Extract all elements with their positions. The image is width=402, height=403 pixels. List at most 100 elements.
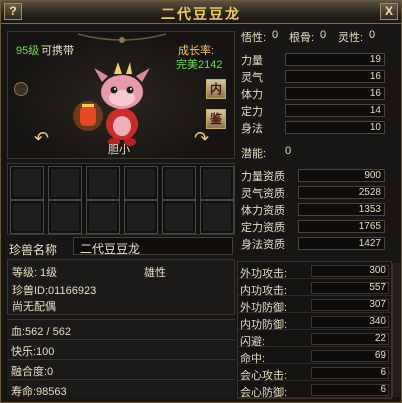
gender-text: 雄性 (144, 267, 166, 279)
comprehension-label: 悟性: (241, 32, 267, 44)
combat-value: 340 (311, 316, 389, 328)
comprehension-value: 0 (272, 29, 279, 41)
inner-button[interactable]: 内 (206, 79, 226, 99)
combat-value: 557 (311, 282, 389, 294)
pet-level-text: 95级 (16, 45, 40, 57)
aptitude-value: 1765 (298, 220, 385, 233)
hp-value: :562 / 562 (22, 326, 71, 338)
stat-value: 19 (285, 53, 385, 66)
combat-label: 外功防御: (240, 302, 288, 314)
spirit-label: 灵性: (338, 32, 364, 44)
spirit-value: 0 (369, 29, 376, 41)
aptitude-label: 定力资质 (241, 222, 285, 234)
rotate-right-icon[interactable]: ↷ (194, 128, 209, 149)
skill-slot[interactable] (162, 200, 196, 234)
fusion-label: 融合度 (11, 366, 44, 378)
aptitude-label: 身法资质 (241, 239, 285, 251)
growth-value: 完美2142 (176, 59, 223, 71)
hp-label: 血 (11, 326, 22, 338)
aptitude-value: 2528 (298, 186, 385, 199)
skill-slot[interactable] (48, 166, 82, 200)
lifespan-value: :98563 (33, 386, 67, 398)
skill-slot[interactable] (10, 200, 44, 234)
title-bar[interactable]: ? 二代豆豆龙 X (1, 1, 401, 24)
stat-label: 力量 (241, 55, 263, 67)
rotate-left-icon[interactable]: ↶ (34, 128, 49, 149)
stat-label: 体力 (241, 89, 263, 101)
aptitude-value: 1353 (298, 203, 385, 216)
combat-label: 外功攻击: (240, 268, 288, 280)
combat-value: 300 (311, 265, 389, 277)
level-value: 1级 (40, 267, 58, 279)
pet-id-text: 珍兽ID:01166923 (12, 285, 97, 297)
stat-value: 10 (285, 121, 385, 134)
combat-row: 会心防御: 6 (238, 382, 391, 399)
combat-label: 内功攻击: (240, 285, 288, 297)
combat-value: 307 (311, 299, 389, 311)
combat-row: 内功攻击: 557 (238, 280, 391, 297)
pet-name-label: 珍兽名称 (9, 243, 58, 257)
appraise-button[interactable]: 鉴 (206, 109, 226, 129)
stat-value: 14 (285, 104, 385, 117)
combat-value: 6 (311, 367, 389, 379)
happiness-label: 快乐 (11, 346, 33, 358)
happiness-value: :100 (33, 346, 55, 358)
skill-slot[interactable] (48, 200, 82, 234)
fusion-row: 融合度:0 (7, 359, 235, 378)
pet-portrait-panel: 95级 可携带 成长率: 完美2142 ↶ ↷ 内 鉴 胆小 (7, 31, 235, 159)
pet-name-field[interactable]: 二代豆豆龙 (73, 237, 233, 256)
combat-label: 会心攻击: (240, 370, 288, 382)
combat-row: 闪避: 22 (238, 331, 391, 348)
lifespan-label: 寿命 (11, 386, 33, 398)
happiness-row: 快乐:100 (7, 339, 235, 358)
stat-label: 灵气 (241, 72, 263, 84)
combat-label: 闪避: (240, 336, 266, 348)
aptitude-value: 900 (298, 169, 385, 182)
top-attrs-row: 悟性: 0 根骨: 0 灵性: 0 (239, 29, 389, 44)
fusion-value: :0 (44, 366, 54, 378)
combat-label: 命中: (240, 353, 266, 365)
skill-slot[interactable] (162, 166, 196, 200)
combat-label: 内功防御: (240, 319, 288, 331)
pet-image (73, 62, 150, 146)
spouse-text: 尚无配偶 (12, 301, 56, 313)
rotate-ornament-icon (14, 82, 28, 96)
window-title: 二代豆豆龙 (161, 7, 241, 23)
level-label: 等级: (12, 267, 38, 279)
combat-value: 69 (311, 350, 389, 362)
combat-value: 6 (311, 384, 389, 396)
aptitude-label: 体力资质 (241, 205, 285, 217)
skill-slot[interactable] (86, 166, 120, 200)
skill-slot[interactable] (124, 200, 158, 234)
combat-value: 22 (311, 333, 389, 345)
hp-row: 血:562 / 562 (7, 319, 235, 338)
personality-text: 胆小 (108, 144, 130, 156)
combat-scrollbar[interactable] (392, 263, 401, 397)
info-panel: 等级: 1级 雄性 珍兽ID:01166923 尚无配偶 (7, 259, 235, 315)
stat-value: 16 (285, 70, 385, 83)
combat-row: 外功防御: 307 (238, 297, 391, 314)
skill-slot[interactable] (200, 200, 234, 234)
stat-label: 定力 (241, 106, 263, 118)
combat-label: 会心防御: (240, 387, 288, 399)
combat-row: 命中: 69 (238, 348, 391, 365)
skill-slot[interactable] (86, 200, 120, 234)
aptitude-label: 灵气资质 (241, 188, 285, 200)
bone-label: 根骨: (289, 32, 315, 44)
aptitude-value: 1427 (298, 237, 385, 250)
stat-label: 身法 (241, 123, 263, 135)
potential-label: 潜能: (241, 148, 267, 160)
combat-row: 会心攻击: 6 (238, 365, 391, 382)
combat-row: 外功攻击: 300 (238, 263, 391, 280)
skill-slot[interactable] (200, 166, 234, 200)
bone-value: 0 (320, 29, 327, 41)
skill-slot[interactable] (124, 166, 158, 200)
aptitude-label: 力量资质 (241, 171, 285, 183)
combat-row: 内功防御: 340 (238, 314, 391, 331)
skill-slot[interactable] (10, 166, 44, 200)
close-button[interactable]: X (380, 3, 398, 20)
stat-value: 16 (285, 87, 385, 100)
potential-value: 0 (285, 145, 292, 157)
pet-window: ? 二代豆豆龙 X 95级 可携带 成长率: 完美2142 ↶ ↷ 内 鉴 胆小… (0, 0, 402, 403)
skill-slots-panel (7, 163, 235, 235)
